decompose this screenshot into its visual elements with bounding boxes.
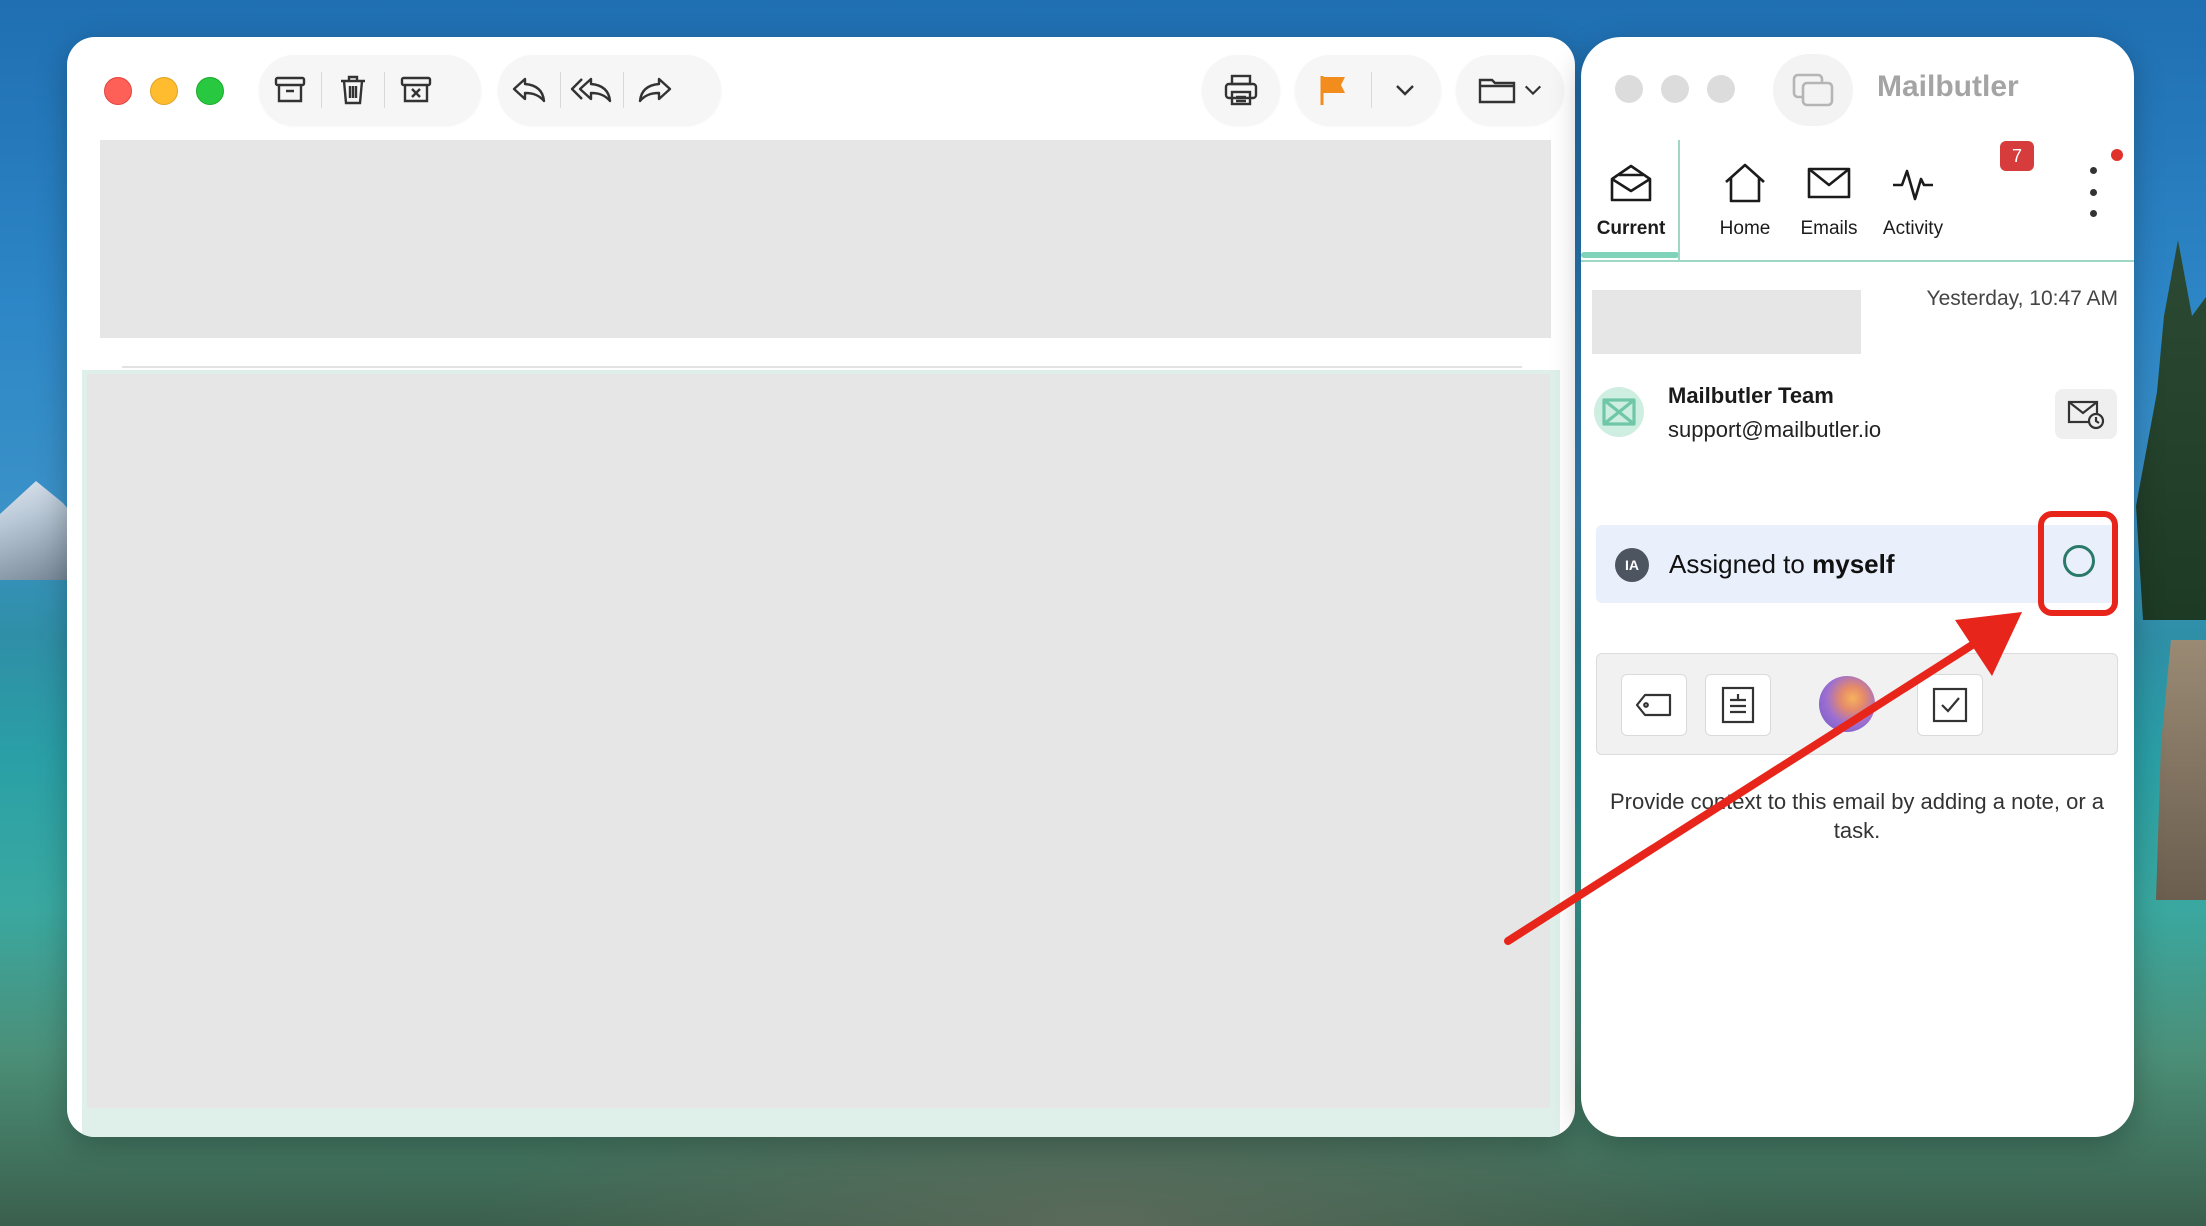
contact-info-button[interactable] <box>2055 389 2117 439</box>
more-dot <box>2089 210 2097 217</box>
envelope-clock-icon <box>2067 400 2105 430</box>
folder-icon <box>1478 78 1516 104</box>
envelope-open-icon <box>1610 164 1652 202</box>
delete-button[interactable] <box>322 62 384 118</box>
reply-all-icon <box>570 77 612 103</box>
activity-badge: 7 <box>2000 141 2034 171</box>
reply-button[interactable] <box>498 62 560 118</box>
windows-icon <box>1792 73 1834 107</box>
move-group <box>1456 55 1564 125</box>
notification-dot <box>2111 149 2123 161</box>
zoom-window-button[interactable] <box>196 77 224 105</box>
assignee-name: myself <box>1812 549 1895 579</box>
home-icon <box>1725 163 1765 203</box>
message-header-placeholder <box>100 140 1551 338</box>
flag-group <box>1295 55 1441 125</box>
highlight-box <box>2038 511 2118 616</box>
print-button[interactable] <box>1210 62 1272 118</box>
print-group <box>1202 55 1280 125</box>
junk-button[interactable] <box>385 62 447 118</box>
note-icon <box>1721 686 1755 724</box>
message-body-placeholder <box>87 374 1550 1108</box>
archive-icon <box>274 76 306 103</box>
chevron-down-icon <box>1524 85 1542 96</box>
background-tree <box>2136 240 2206 620</box>
add-note-button[interactable] <box>1705 674 1771 736</box>
message-actions-group <box>259 55 481 125</box>
email-date: Yesterday, 10:47 AM <box>1926 287 2118 310</box>
app-title: Mailbutler <box>1877 70 2019 103</box>
tab-activity[interactable]: Activity <box>1863 140 1963 260</box>
tab-label: Activity <box>1882 218 1944 239</box>
more-options-button[interactable] <box>2081 167 2105 217</box>
flag-button[interactable] <box>1295 62 1371 118</box>
activity-icon <box>1893 169 1933 201</box>
tab-separator <box>1678 140 1680 260</box>
tab-current[interactable]: Current <box>1581 140 1681 260</box>
add-task-button[interactable] <box>1917 674 1983 736</box>
move-to-folder-button[interactable] <box>1460 62 1560 118</box>
task-checkbox-icon <box>1932 687 1968 723</box>
flag-icon <box>1320 76 1345 105</box>
background-rock <box>2156 640 2206 900</box>
forward-button[interactable] <box>624 62 686 118</box>
print-icon <box>1224 74 1258 106</box>
tag-icon <box>1635 693 1672 717</box>
junk-icon <box>400 76 432 103</box>
minimize-window-button[interactable] <box>1661 75 1689 103</box>
mailbutler-logo-icon <box>1602 398 1636 426</box>
minimize-window-button[interactable] <box>150 77 178 105</box>
sender-email: support@mailbutler.io <box>1668 417 1882 442</box>
trash-icon <box>341 75 365 105</box>
close-window-button[interactable] <box>104 77 132 105</box>
reply-all-button[interactable] <box>561 62 623 118</box>
flag-menu-button[interactable] <box>1372 62 1438 118</box>
active-tab-indicator <box>1581 252 1679 258</box>
assignment-prefix: Assigned to <box>1669 549 1805 579</box>
envelope-icon <box>1807 167 1851 199</box>
close-window-button[interactable] <box>1615 75 1643 103</box>
subject-placeholder <box>1592 290 1861 354</box>
assignee-avatar: IA <box>1615 548 1649 582</box>
archive-button[interactable] <box>259 62 321 118</box>
reply-icon <box>512 77 546 103</box>
mail-window <box>67 37 1575 1137</box>
tools-bar <box>1596 653 2118 755</box>
more-dot <box>2089 188 2097 196</box>
reply-actions-group <box>498 55 721 125</box>
mailbutler-window: Mailbutler Current Home Emails Activity … <box>1581 37 2134 1137</box>
sender-avatar <box>1594 387 1644 437</box>
zoom-window-button[interactable] <box>1707 75 1735 103</box>
sender-name: Mailbutler Team <box>1668 383 1834 408</box>
message-divider <box>122 366 1522 368</box>
chevron-down-icon <box>1396 85 1414 96</box>
forward-icon <box>638 77 672 103</box>
context-hint: Provide context to this email by adding … <box>1609 789 2105 843</box>
assignment-label: Assigned to myself <box>1669 549 1895 580</box>
tab-bar: Current Home Emails Activity <box>1581 140 2134 262</box>
tab-label: Current <box>1596 218 1666 239</box>
more-dot <box>2089 167 2097 174</box>
sidebar-toggle-button[interactable] <box>1773 54 1853 126</box>
ai-assistant-button[interactable] <box>1819 676 1875 732</box>
add-tag-button[interactable] <box>1621 674 1687 736</box>
